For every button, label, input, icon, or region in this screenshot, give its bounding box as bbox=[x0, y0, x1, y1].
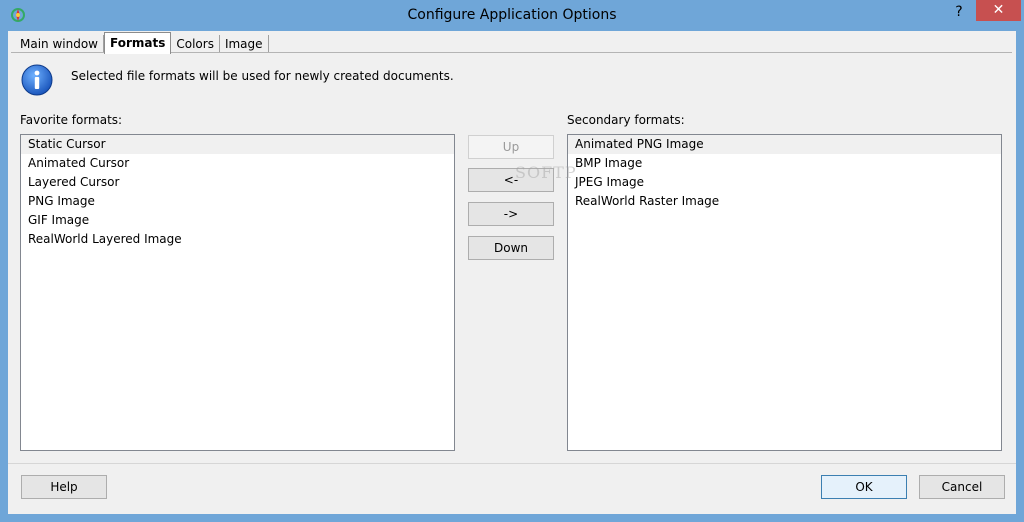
close-icon[interactable]: ✕ bbox=[976, 0, 1021, 21]
help-icon[interactable]: ? bbox=[946, 2, 972, 22]
list-item[interactable]: GIF Image bbox=[21, 211, 454, 230]
tab-formats[interactable]: Formats bbox=[104, 32, 172, 54]
move-up-button[interactable]: Up bbox=[468, 135, 554, 159]
help-button[interactable]: Help bbox=[21, 475, 107, 499]
favorite-formats-label: Favorite formats: bbox=[20, 113, 123, 127]
list-item[interactable]: RealWorld Raster Image bbox=[568, 192, 1001, 211]
list-item[interactable]: RealWorld Layered Image bbox=[21, 230, 454, 249]
title-bar[interactable]: Configure Application Options ? ✕ bbox=[0, 0, 1024, 30]
secondary-formats-list[interactable]: Animated PNG Image BMP Image JPEG Image … bbox=[567, 134, 1002, 451]
list-item[interactable]: BMP Image bbox=[568, 154, 1001, 173]
watermark: SOFTP bbox=[515, 163, 577, 182]
list-item[interactable]: Animated PNG Image bbox=[568, 135, 1001, 154]
dialog-client-area: Main window Formats Colors Image Selecte… bbox=[8, 31, 1016, 514]
list-item[interactable]: Static Cursor bbox=[21, 135, 454, 154]
tab-image[interactable]: Image bbox=[220, 35, 269, 53]
tab-bar: Main window Formats Colors Image bbox=[15, 32, 269, 54]
secondary-formats-label: Secondary formats: bbox=[567, 113, 685, 127]
tab-main-window[interactable]: Main window bbox=[15, 35, 104, 53]
list-item[interactable]: PNG Image bbox=[21, 192, 454, 211]
tab-colors[interactable]: Colors bbox=[171, 35, 220, 53]
list-item[interactable]: Layered Cursor bbox=[21, 173, 454, 192]
window-title: Configure Application Options bbox=[407, 7, 617, 23]
cancel-button[interactable]: Cancel bbox=[919, 475, 1005, 499]
move-to-secondary-button[interactable]: -> bbox=[468, 202, 554, 226]
dialog-window: Configure Application Options ? ✕ Main w… bbox=[0, 0, 1024, 522]
formats-panel: Selected file formats will be used for n… bbox=[11, 52, 1012, 455]
footer-divider bbox=[8, 463, 1016, 464]
list-item[interactable]: Animated Cursor bbox=[21, 154, 454, 173]
info-message: Selected file formats will be used for n… bbox=[71, 69, 454, 83]
list-item[interactable]: JPEG Image bbox=[568, 173, 1001, 192]
ok-button[interactable]: OK bbox=[821, 475, 907, 499]
info-icon bbox=[21, 64, 53, 96]
favorite-formats-list[interactable]: Static Cursor Animated Cursor Layered Cu… bbox=[20, 134, 455, 451]
move-down-button[interactable]: Down bbox=[468, 236, 554, 260]
